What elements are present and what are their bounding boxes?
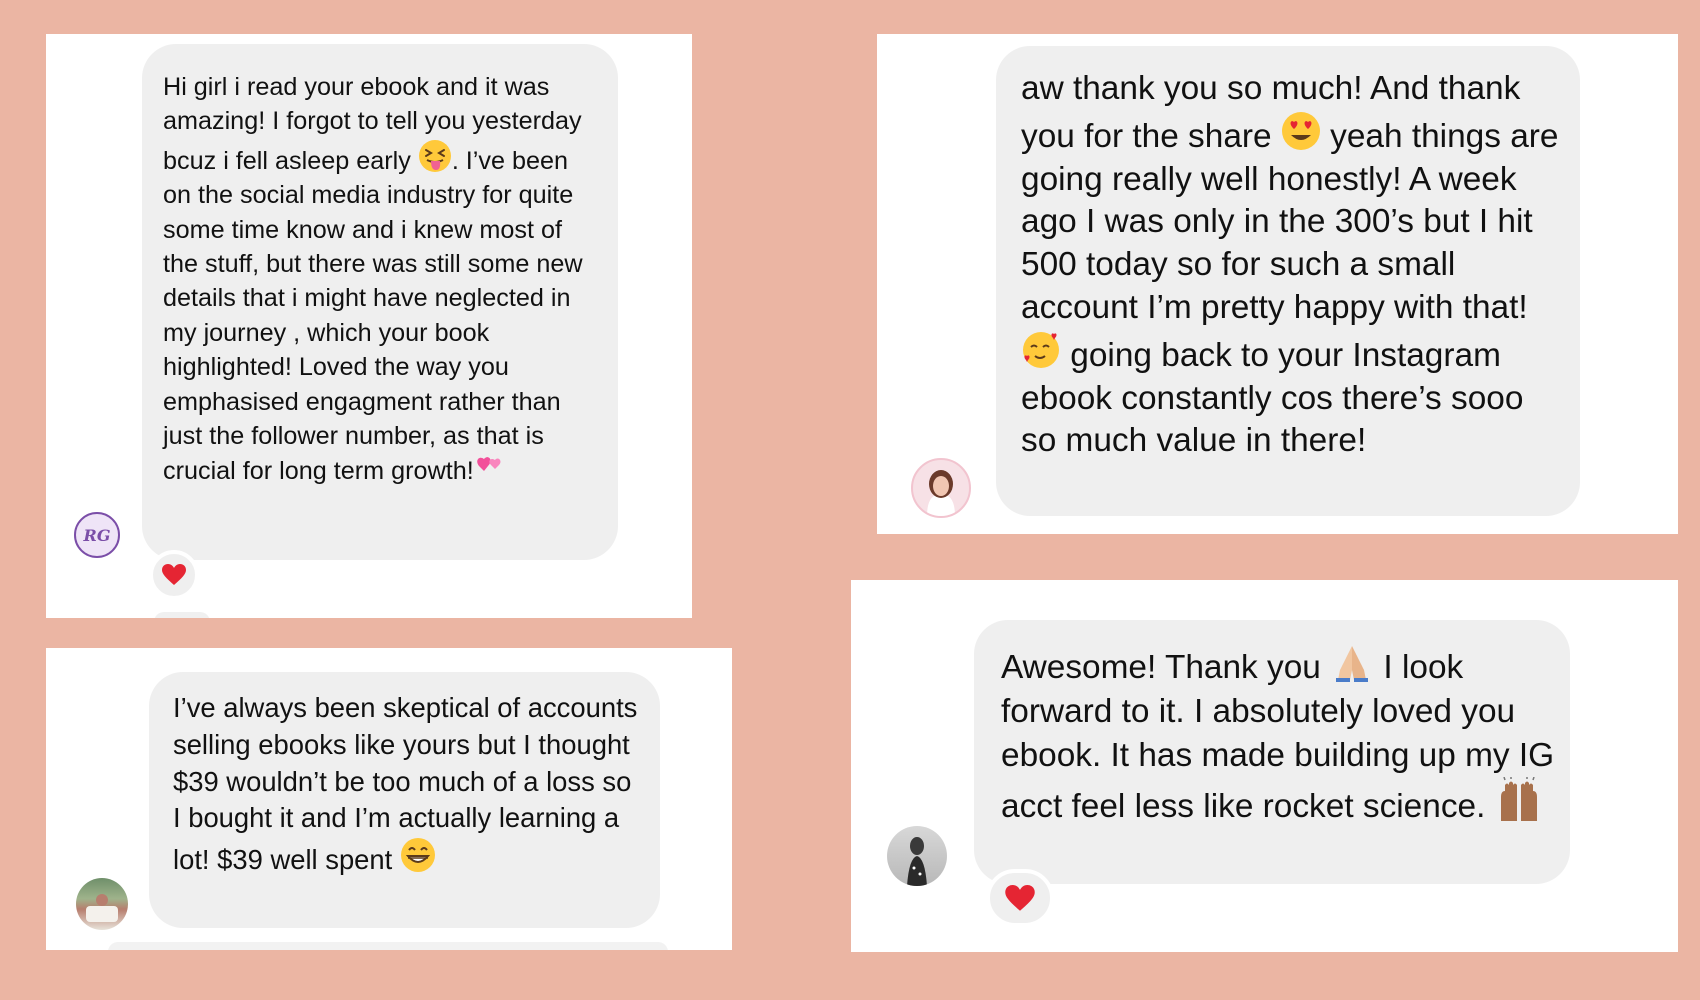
- two-hearts-emoji: [474, 453, 508, 483]
- folded-hands-emoji: [1330, 640, 1374, 682]
- message-bubble[interactable]: aw thank you so much! And thank you for …: [996, 46, 1580, 516]
- heart-reaction[interactable]: [986, 869, 1054, 927]
- message-text: Hi girl i read your ebook and it was ama…: [163, 70, 598, 489]
- rg-logo-avatar[interactable]: RG: [74, 512, 120, 558]
- avatar-text: RG: [83, 525, 111, 545]
- heart-reaction[interactable]: [149, 550, 199, 600]
- squinting-tongue-emoji: [418, 139, 452, 173]
- profile-photo-avatar[interactable]: [887, 826, 947, 886]
- red-heart-icon: [162, 564, 186, 585]
- message-card-3: aw thank you so much! And thank you for …: [877, 34, 1678, 534]
- smiling-hearts-emoji: [1021, 330, 1061, 370]
- raising-hands-emoji: [1495, 777, 1543, 822]
- message-bubble[interactable]: Hi girl i read your ebook and it was ama…: [142, 44, 618, 560]
- message-text: aw thank you so much! And thank you for …: [1021, 68, 1560, 463]
- heart-eyes-emoji: [1281, 111, 1321, 151]
- profile-photo-avatar[interactable]: [911, 458, 971, 518]
- next-message-edge: [108, 942, 668, 950]
- message-bubble[interactable]: I’ve always been skeptical of accounts s…: [149, 672, 660, 928]
- message-card-4: Awesome! Thank you I look forward to it.…: [851, 580, 1678, 952]
- message-text: Awesome! Thank you I look forward to it.…: [1001, 640, 1556, 829]
- grinning-emoji: [400, 837, 436, 873]
- profile-photo-avatar[interactable]: [76, 878, 128, 930]
- message-text: I’ve always been skeptical of accounts s…: [173, 690, 646, 879]
- message-card-2: I’ve always been skeptical of accounts s…: [46, 648, 732, 950]
- message-bubble[interactable]: Awesome! Thank you I look forward to it.…: [974, 620, 1570, 884]
- message-text-part-3: going back to your Instagram ebook const…: [1021, 336, 1524, 460]
- message-card-1: Hi girl i read your ebook and it was ama…: [46, 34, 692, 618]
- red-heart-icon: [1005, 884, 1035, 911]
- message-text-part-1: Awesome! Thank you: [1001, 649, 1331, 686]
- next-message-edge: [154, 612, 210, 618]
- message-text-part-2: . I’ve been on the social media industry…: [163, 146, 583, 486]
